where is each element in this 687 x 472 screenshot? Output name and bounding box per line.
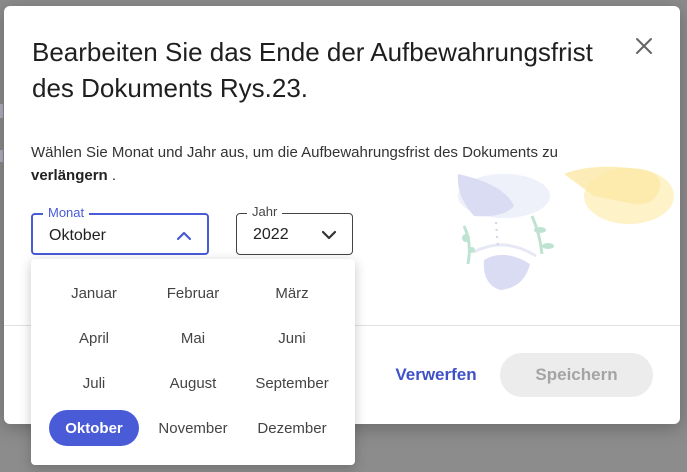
close-icon [636, 38, 652, 54]
chevron-down-icon [321, 230, 337, 240]
month-dropdown: Januar Februar März April Mai Juni Juli … [31, 259, 355, 465]
month-option-september[interactable]: September [247, 365, 337, 401]
chevron-up-icon [176, 231, 192, 241]
description-suffix: . [107, 167, 117, 184]
month-option-februar[interactable]: Februar [148, 275, 238, 311]
month-option-maerz[interactable]: März [247, 275, 337, 311]
background-fragment [0, 150, 3, 162]
month-option-april[interactable]: April [49, 320, 139, 356]
month-option-juni[interactable]: Juni [247, 320, 337, 356]
year-label: Jahr [247, 204, 283, 220]
month-option-dezember[interactable]: Dezember [247, 410, 337, 446]
month-option-mai[interactable]: Mai [148, 320, 238, 356]
month-option-juli[interactable]: Juli [49, 365, 139, 401]
month-option-august[interactable]: August [148, 365, 238, 401]
description-bold: verlängern [31, 167, 108, 184]
hourglass-illustration [457, 166, 674, 290]
year-value: 2022 [253, 226, 289, 243]
discard-button[interactable]: Verwerfen [388, 356, 484, 394]
month-label: Monat [43, 205, 90, 221]
month-value: Oktober [49, 227, 106, 244]
month-option-januar[interactable]: Januar [49, 275, 139, 311]
close-button[interactable] [630, 32, 658, 60]
background-fragment [0, 104, 3, 118]
dialog-title: Bearbeiten Sie das Ende der Aufbewahrung… [32, 37, 593, 103]
month-option-november[interactable]: November [148, 410, 238, 446]
save-button[interactable]: Speichern [500, 353, 653, 397]
month-select[interactable]: Monat Oktober [31, 205, 209, 255]
month-option-oktober[interactable]: Oktober [49, 410, 139, 446]
year-select[interactable]: Jahr 2022 [236, 204, 353, 255]
